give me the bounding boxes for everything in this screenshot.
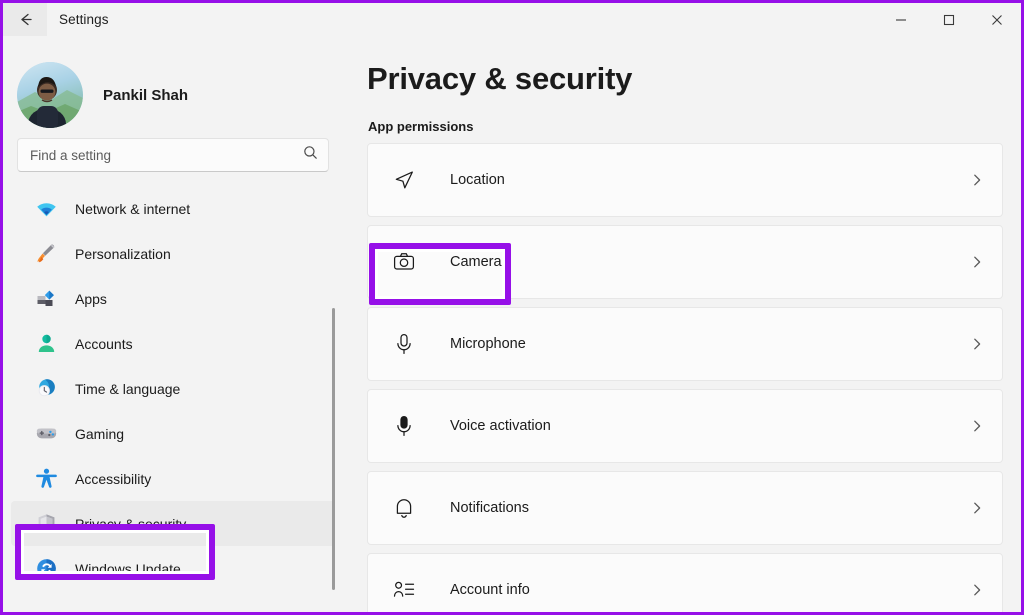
- bell-icon: [392, 496, 416, 520]
- page-title: Privacy & security: [343, 36, 1021, 97]
- title-bar: Settings: [3, 3, 1021, 36]
- sidebar-item-label: Privacy & security: [75, 516, 186, 532]
- permission-label: Notifications: [450, 500, 529, 516]
- camera-icon: [392, 250, 416, 274]
- back-arrow-icon: [17, 11, 34, 28]
- search-icon[interactable]: [303, 145, 318, 165]
- permission-label: Voice activation: [450, 418, 551, 434]
- permissions-list: Location Camera: [343, 134, 1021, 612]
- permission-row-location[interactable]: Location: [367, 143, 1003, 217]
- search-box[interactable]: [17, 138, 329, 172]
- permission-label: Microphone: [450, 336, 526, 352]
- sidebar-item-label: Apps: [75, 291, 107, 307]
- chevron-right-icon: [970, 501, 984, 515]
- permission-row-account-info[interactable]: Account info: [367, 553, 1003, 612]
- gamepad-icon: [35, 423, 57, 445]
- chevron-right-icon: [970, 583, 984, 597]
- user-profile[interactable]: Pankil Shah: [3, 36, 343, 132]
- sidebar-item-privacy-security[interactable]: Privacy & security: [11, 501, 335, 546]
- sidebar-item-label: Time & language: [75, 381, 180, 397]
- navigation-list: Network & internet Personalization: [3, 186, 343, 591]
- permission-row-notifications[interactable]: Notifications: [367, 471, 1003, 545]
- voice-activation-icon: [392, 414, 416, 438]
- app-title: Settings: [47, 3, 109, 36]
- accessibility-person-icon: [35, 468, 57, 490]
- refresh-sync-icon: [35, 558, 57, 580]
- settings-window: Settings: [0, 0, 1024, 615]
- shield-icon: [35, 513, 57, 535]
- sidebar-item-label: Accessibility: [75, 471, 151, 487]
- profile-name: Pankil Shah: [103, 87, 188, 104]
- permission-row-microphone[interactable]: Microphone: [367, 307, 1003, 381]
- sidebar-item-accessibility[interactable]: Accessibility: [11, 456, 335, 501]
- sidebar-item-label: Windows Update: [75, 561, 181, 577]
- sidebar-item-label: Personalization: [75, 246, 171, 262]
- apps-grid-icon: [35, 288, 57, 310]
- wifi-icon: [35, 198, 57, 220]
- window-controls: [877, 3, 1021, 36]
- permission-label: Location: [450, 172, 505, 188]
- back-button[interactable]: [3, 3, 47, 36]
- chevron-right-icon: [970, 419, 984, 433]
- paintbrush-icon: [35, 243, 57, 265]
- permission-label: Camera: [450, 254, 502, 270]
- permission-row-voice-activation[interactable]: Voice activation: [367, 389, 1003, 463]
- sidebar: Pankil Shah Network &: [3, 36, 343, 612]
- sidebar-item-accounts[interactable]: Accounts: [11, 321, 335, 366]
- permission-label: Account info: [450, 582, 530, 598]
- sidebar-item-time-language[interactable]: Time & language: [11, 366, 335, 411]
- sidebar-item-windows-update[interactable]: Windows Update: [11, 546, 335, 591]
- permission-row-camera[interactable]: Camera: [367, 225, 1003, 299]
- chevron-right-icon: [970, 173, 984, 187]
- sidebar-item-gaming[interactable]: Gaming: [11, 411, 335, 456]
- chevron-right-icon: [970, 255, 984, 269]
- sidebar-item-personalization[interactable]: Personalization: [11, 231, 335, 276]
- chevron-right-icon: [970, 337, 984, 351]
- account-info-icon: [392, 578, 416, 602]
- sidebar-scrollbar[interactable]: [332, 308, 335, 590]
- sidebar-item-label: Gaming: [75, 426, 124, 442]
- minimize-button[interactable]: [877, 3, 925, 36]
- maximize-button[interactable]: [925, 3, 973, 36]
- sidebar-item-network-internet[interactable]: Network & internet: [11, 186, 335, 231]
- microphone-icon: [392, 332, 416, 356]
- sidebar-item-apps[interactable]: Apps: [11, 276, 335, 321]
- section-label-app-permissions: App permissions: [343, 97, 1021, 134]
- close-button[interactable]: [973, 3, 1021, 36]
- sidebar-item-label: Network & internet: [75, 201, 190, 217]
- sidebar-item-label: Accounts: [75, 336, 133, 352]
- main-content: Privacy & security App permissions Locat…: [343, 36, 1021, 612]
- person-icon: [35, 333, 57, 355]
- location-arrow-icon: [392, 168, 416, 192]
- avatar: [17, 62, 83, 128]
- search-input[interactable]: [30, 148, 303, 163]
- clock-globe-icon: [35, 378, 57, 400]
